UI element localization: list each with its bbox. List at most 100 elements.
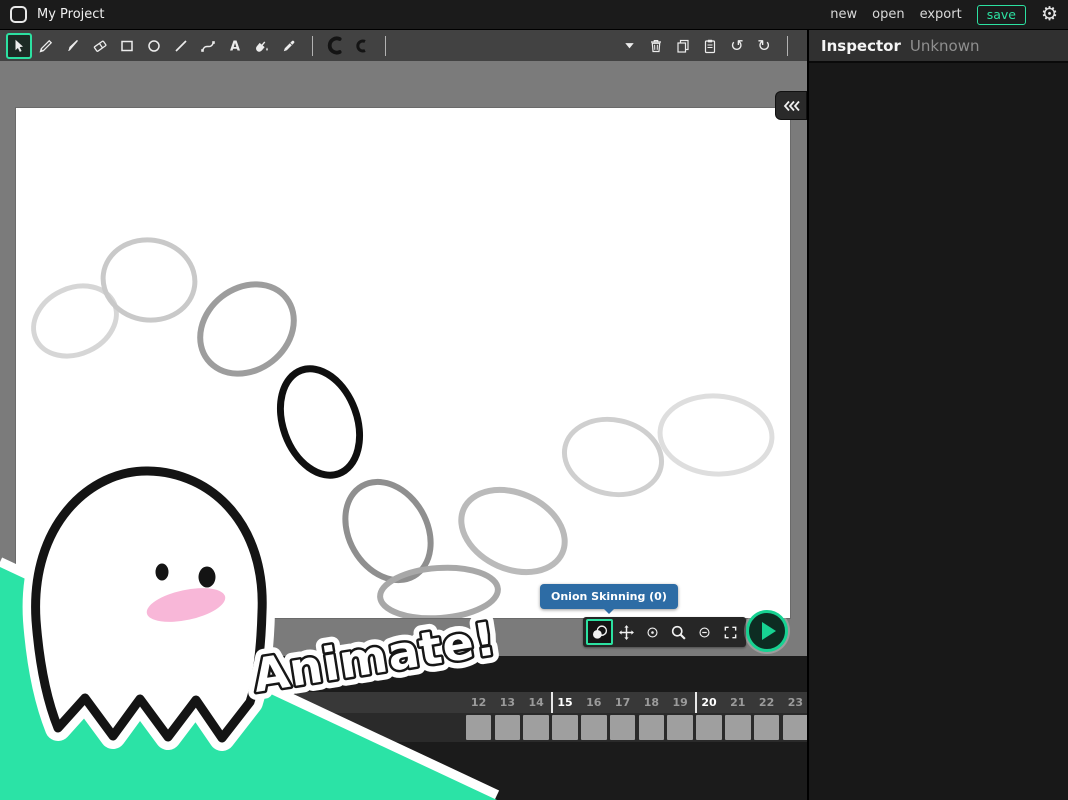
zoom-actual-icon [646, 626, 659, 639]
timeline-frame-number-19[interactable]: 19 [666, 692, 695, 713]
timeline-frame-number-13[interactable]: 13 [493, 692, 522, 713]
fit-icon [723, 625, 738, 640]
settings-gear-icon[interactable]: ⚙ [1041, 5, 1058, 24]
timeline-cell-20[interactable] [696, 715, 722, 740]
rectangle-tool-button[interactable] [114, 33, 140, 59]
export-button[interactable]: export [920, 7, 962, 22]
title-bar: My Project new open export save ⚙ [0, 0, 1068, 30]
view-controls-bar [583, 617, 746, 647]
zoom-out-button[interactable] [692, 620, 717, 644]
fill-tool-button[interactable] [249, 33, 275, 59]
timeline-cell-22[interactable] [754, 715, 780, 740]
inspector-panel: Inspector Unknown [807, 30, 1068, 800]
save-button[interactable]: save [977, 5, 1026, 25]
eraser-tool-button[interactable] [87, 33, 113, 59]
round-cap-button[interactable] [322, 33, 348, 59]
picker-icon [281, 38, 297, 54]
brush-icon [65, 38, 81, 54]
flat-cap-button[interactable] [349, 33, 375, 59]
timeline-cell-21[interactable] [725, 715, 751, 740]
pen-icon [38, 38, 54, 54]
fit-screen-button[interactable] [718, 620, 743, 644]
app-logo-icon [10, 6, 27, 23]
rect-icon [119, 38, 135, 54]
ellipse-tool-button[interactable] [141, 33, 167, 59]
project-title: My Project [37, 7, 105, 22]
undo-button[interactable]: ↺ [724, 33, 750, 59]
onion-icon [591, 624, 608, 641]
text-icon: A [227, 38, 243, 54]
redo-button[interactable]: ↻ [751, 33, 777, 59]
timeline-frame-number-14[interactable]: 14 [522, 692, 551, 713]
stroke-cap-group [322, 33, 376, 59]
frame-actions-group: ↺↻ [616, 33, 778, 59]
timeline-cell-16[interactable] [581, 715, 607, 740]
new-button[interactable]: new [830, 7, 857, 22]
fill-icon [254, 38, 270, 54]
curve-tool-button[interactable] [195, 33, 221, 59]
toolbar-separator [787, 36, 788, 56]
undo-icon: ↺ [730, 38, 743, 54]
zoom-actual-size-button[interactable] [640, 620, 665, 644]
timeline-frame-number-22[interactable]: 22 [752, 692, 781, 713]
frame-dropdown-button[interactable] [616, 33, 642, 59]
timeline-cell-17[interactable] [610, 715, 636, 740]
onion-skin-stroke-0 [22, 273, 128, 369]
redo-icon: ↻ [757, 38, 770, 54]
timeline-frame-number-20[interactable]: 20 [695, 692, 724, 713]
pen-tool-button[interactable] [33, 33, 59, 59]
timeline-cell-15[interactable] [552, 715, 578, 740]
inspector-header: Inspector Unknown [809, 30, 1068, 63]
onion-skin-stroke-7 [557, 411, 668, 504]
timeline-cell-23[interactable] [783, 715, 808, 740]
zoom-tool-button[interactable] [666, 620, 691, 644]
copy-frame-button[interactable] [670, 33, 696, 59]
timeline-cell-14[interactable] [523, 715, 549, 740]
zoom-out-icon [698, 626, 711, 639]
timeline-cell-18[interactable] [639, 715, 665, 740]
timeline-cell-19[interactable] [667, 715, 693, 740]
stage: Onion Skinning (0) 121314151617181920212… [0, 61, 807, 800]
play-button[interactable] [746, 610, 788, 652]
eyedropper-tool-button[interactable] [276, 33, 302, 59]
onion-skin-stroke-1 [98, 234, 200, 326]
timeline-frame-numbers: 121314151617181920212223 [0, 692, 807, 713]
onion-skinning-button[interactable] [586, 619, 613, 645]
timeline-frame-number-18[interactable]: 18 [637, 692, 666, 713]
inspector-selection-label: Unknown [910, 37, 980, 55]
brush-tool-button[interactable] [60, 33, 86, 59]
timeline-frame-cells [0, 713, 807, 742]
cursor-icon [11, 38, 27, 54]
timeline-cell-12[interactable] [466, 715, 492, 740]
svg-text:A: A [230, 39, 240, 54]
timeline-frame-number-12[interactable]: 12 [464, 692, 493, 713]
timeline-frame-number-21[interactable]: 21 [723, 692, 752, 713]
timeline-cell-13[interactable] [495, 715, 521, 740]
toolbar-separator [312, 36, 313, 56]
circle-icon [146, 38, 162, 54]
timeline-frame-number-15[interactable]: 15 [551, 692, 580, 713]
onion-skin-stroke-4 [328, 466, 448, 595]
line-tool-button[interactable] [168, 33, 194, 59]
timeline-frame-number-16[interactable]: 16 [579, 692, 608, 713]
inspector-title: Inspector [821, 37, 901, 55]
timeline-frame-number-17[interactable]: 17 [608, 692, 637, 713]
onion-skin-stroke-8 [657, 392, 774, 478]
open-button[interactable]: open [872, 7, 904, 22]
pan-view-button[interactable] [614, 620, 639, 644]
collapse-chevrons-icon [781, 98, 801, 114]
collapse-panel-button[interactable] [776, 92, 806, 119]
play-icon [762, 622, 776, 640]
tools-toolbar: A ↺↻ [0, 30, 807, 61]
canvas[interactable] [16, 108, 790, 618]
timeline-frame-number-23[interactable]: 23 [781, 692, 807, 713]
paste-frame-button[interactable] [697, 33, 723, 59]
magnifier-icon [670, 624, 687, 641]
eraser-icon [92, 38, 108, 54]
delete-frame-button[interactable] [643, 33, 669, 59]
cap-flat-icon [354, 38, 370, 54]
trash-icon [648, 38, 664, 54]
dropdown-icon [622, 38, 637, 53]
text-tool-button[interactable]: A [222, 33, 248, 59]
select-tool-button[interactable] [6, 33, 32, 59]
